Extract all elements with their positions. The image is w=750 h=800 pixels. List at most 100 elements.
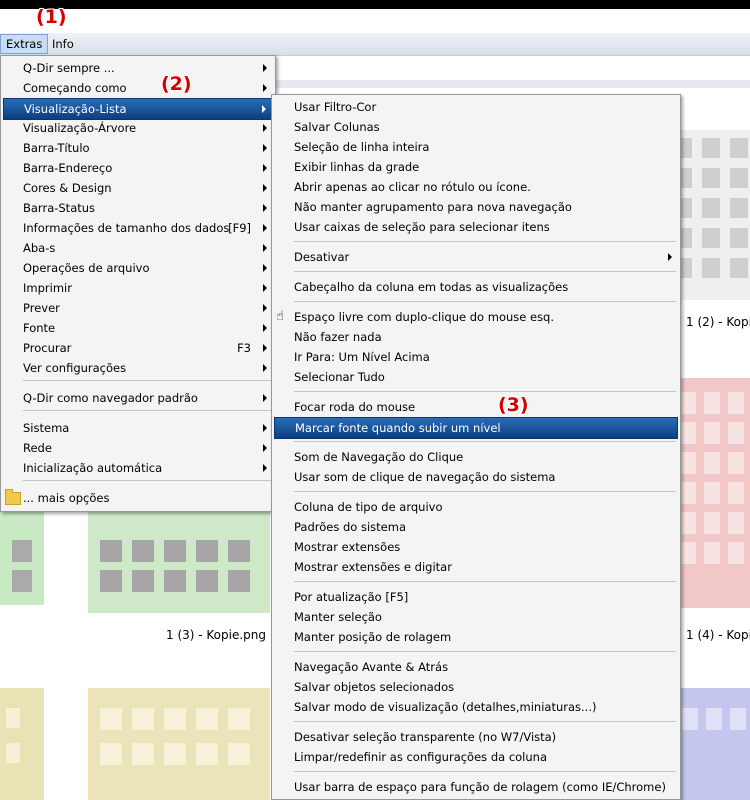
submenu-item-label: Salvar objetos selecionados: [294, 680, 455, 694]
submenu-arrow-icon: [263, 164, 267, 172]
submenu-arrow-icon: [263, 84, 267, 92]
submenu-item-label: Espaço livre com duplo-clique do mouse e…: [294, 310, 555, 324]
submenu-item[interactable]: Coluna de tipo de arquivo: [274, 497, 678, 517]
address-bar[interactable]: [270, 58, 750, 81]
submenu-arrow-icon: [263, 284, 267, 292]
submenu-item[interactable]: Manter posição de rolagem: [274, 627, 678, 647]
submenu-item[interactable]: Focar roda do mouse: [274, 397, 678, 417]
submenu-item[interactable]: Mostrar extensões: [274, 537, 678, 557]
annotation-2: (2): [161, 73, 192, 95]
submenu-item[interactable]: Som de Navegação do Clique: [274, 447, 678, 467]
menu-item-tree-view[interactable]: Visualização-Árvore: [3, 118, 273, 138]
menu-item-label: Visualização-Lista: [24, 102, 127, 116]
menu-separator: [294, 241, 676, 242]
title-strip: [0, 0, 750, 9]
menu-item-font[interactable]: Fonte: [3, 318, 273, 338]
submenu-item[interactable]: Limpar/redefinir as configurações da col…: [274, 747, 678, 767]
submenu-item[interactable]: Exibir linhas da grade: [274, 157, 678, 177]
menu-separator: [294, 581, 676, 582]
submenu-item[interactable]: Não fazer nada: [274, 327, 678, 347]
menu-item-search[interactable]: Procurar F3: [3, 338, 273, 358]
submenu-arrow-icon: [263, 324, 267, 332]
menu-item-print[interactable]: Imprimir: [3, 278, 273, 298]
submenu-item[interactable]: Seleção de linha inteira: [274, 137, 678, 157]
submenu-item[interactable]: Marcar fonte quando subir um nível: [274, 417, 678, 439]
menu-item-preview[interactable]: Prever: [3, 298, 273, 318]
menu-item-more-options[interactable]: ... mais opções: [3, 488, 273, 508]
menu-item-autostart[interactable]: Inicialização automática: [3, 458, 273, 478]
file-caption[interactable]: 1 (2) - Kopie: [686, 315, 750, 329]
menu-separator: [294, 441, 676, 442]
menu-item-view-settings[interactable]: Ver configurações: [3, 358, 273, 378]
submenu-arrow-icon: [263, 224, 267, 232]
submenu-item[interactable]: Não manter agrupamento para nova navegaç…: [274, 197, 678, 217]
menu-item-address-bar[interactable]: Barra-Endereço: [3, 158, 273, 178]
menu-info[interactable]: Info: [47, 35, 79, 53]
menu-extras[interactable]: Extras: [0, 34, 49, 54]
thumbnail-green[interactable]: [88, 505, 270, 613]
menu-item-default-browser[interactable]: Q-Dir como navegador padrão: [3, 388, 273, 408]
submenu-item[interactable]: Ir Para: Um Nível Acima: [274, 347, 678, 367]
menu-item-label: Inicialização automática: [23, 461, 163, 475]
menu-item-label: Barra-Status: [23, 201, 96, 215]
submenu-item[interactable]: Usar barra de espaço para função de rola…: [274, 777, 678, 797]
submenu-item[interactable]: Manter seleção: [274, 607, 678, 627]
file-caption[interactable]: 1 (3) - Kopie.png: [166, 628, 266, 642]
submenu-item[interactable]: Usar som de clique de navegação do siste…: [274, 467, 678, 487]
menu-item-start-as[interactable]: Começando como: [3, 78, 273, 98]
extras-menu: Q-Dir sempre ... Começando como Visualizaç…: [0, 55, 276, 512]
submenu-arrow-icon: [263, 424, 267, 432]
submenu-item[interactable]: Selecionar Tudo: [274, 367, 678, 387]
menu-item-colors-design[interactable]: Cores & Design: [3, 178, 273, 198]
submenu-item[interactable]: Padrões do sistema: [274, 517, 678, 537]
submenu-item[interactable]: Usar Filtro-Cor: [274, 97, 678, 117]
thumbnail-blue[interactable]: [676, 688, 750, 800]
menu-separator: [23, 410, 271, 411]
submenu-item[interactable]: Mostrar extensões e digitar: [274, 557, 678, 577]
submenu-arrow-icon: [263, 304, 267, 312]
submenu-item-label: Selecionar Tudo: [294, 370, 385, 384]
thumbnail-green-left[interactable]: [0, 505, 44, 605]
submenu-arrow-icon: [262, 105, 266, 113]
menu-item-status-bar[interactable]: Barra-Status: [3, 198, 273, 218]
submenu-item-label: Limpar/redefinir as configurações da col…: [294, 750, 547, 764]
menu-item-label: Barra-Endereço: [23, 161, 113, 175]
submenu-item[interactable]: Abrir apenas ao clicar no rótulo ou ícon…: [274, 177, 678, 197]
submenu-item[interactable]: Usar caixas de seleção para selecionar i…: [274, 217, 678, 237]
submenu-item[interactable]: Salvar Colunas: [274, 117, 678, 137]
submenu-item[interactable]: Por atualização [F5]: [274, 587, 678, 607]
submenu-item[interactable]: Navegação Avante & Atrás: [274, 657, 678, 677]
submenu-item-label: Usar barra de espaço para função de rola…: [294, 780, 666, 794]
menu-separator: [294, 491, 676, 492]
menu-item-data-size-info[interactable]: Informações de tamanho dos dados [F9]: [3, 218, 273, 238]
thumbnail-yellow-left[interactable]: [0, 688, 44, 800]
menu-item-q-dir-always[interactable]: Q-Dir sempre ...: [3, 58, 273, 78]
submenu-item-label: Manter posição de rolagem: [294, 630, 452, 644]
submenu-item[interactable]: Salvar modo de visualização (detalhes,mi…: [274, 697, 678, 717]
thumbnail-yellow[interactable]: [88, 688, 270, 800]
submenu-item-label: Coluna de tipo de arquivo: [294, 500, 443, 514]
annotation-3: (3): [498, 394, 529, 416]
menu-item-list-view[interactable]: Visualização-Lista: [3, 98, 273, 120]
menu-item-label: Sistema: [23, 421, 70, 435]
file-caption[interactable]: 1 (4) - Kopie: [686, 628, 750, 642]
submenu-item-label: Abrir apenas ao clicar no rótulo ou ícon…: [294, 180, 531, 194]
menu-item-tabs[interactable]: Aba-s: [3, 238, 273, 258]
menu-item-system[interactable]: Sistema: [3, 418, 273, 438]
submenu-item[interactable]: Desativar: [274, 247, 678, 267]
thumbnail-gray[interactable]: [676, 130, 750, 300]
submenu-item[interactable]: Cabeçalho da coluna em todas as visualiz…: [274, 277, 678, 297]
submenu-item[interactable]: ☝ Espaço livre com duplo-clique do mouse …: [274, 307, 678, 327]
submenu-item-label: Mostrar extensões: [294, 540, 401, 554]
thumbnail-red[interactable]: [676, 378, 750, 608]
menu-item-title-bar[interactable]: Barra-Título: [3, 138, 273, 158]
submenu-item[interactable]: Salvar objetos selecionados: [274, 677, 678, 697]
menu-item-file-operations[interactable]: Operações de arquivo: [3, 258, 273, 278]
submenu-item-label: Exibir linhas da grade: [294, 160, 420, 174]
submenu-item-label: Desativar: [294, 250, 350, 264]
submenu-item-label: Cabeçalho da coluna em todas as visualiz…: [294, 280, 569, 294]
column-header: [270, 80, 750, 88]
submenu-item[interactable]: Desativar seleção transparente (no W7/Vi…: [274, 727, 678, 747]
menu-item-network[interactable]: Rede: [3, 438, 273, 458]
list-view-submenu: Usar Filtro-Cor Salvar Colunas Seleção de …: [271, 94, 681, 800]
